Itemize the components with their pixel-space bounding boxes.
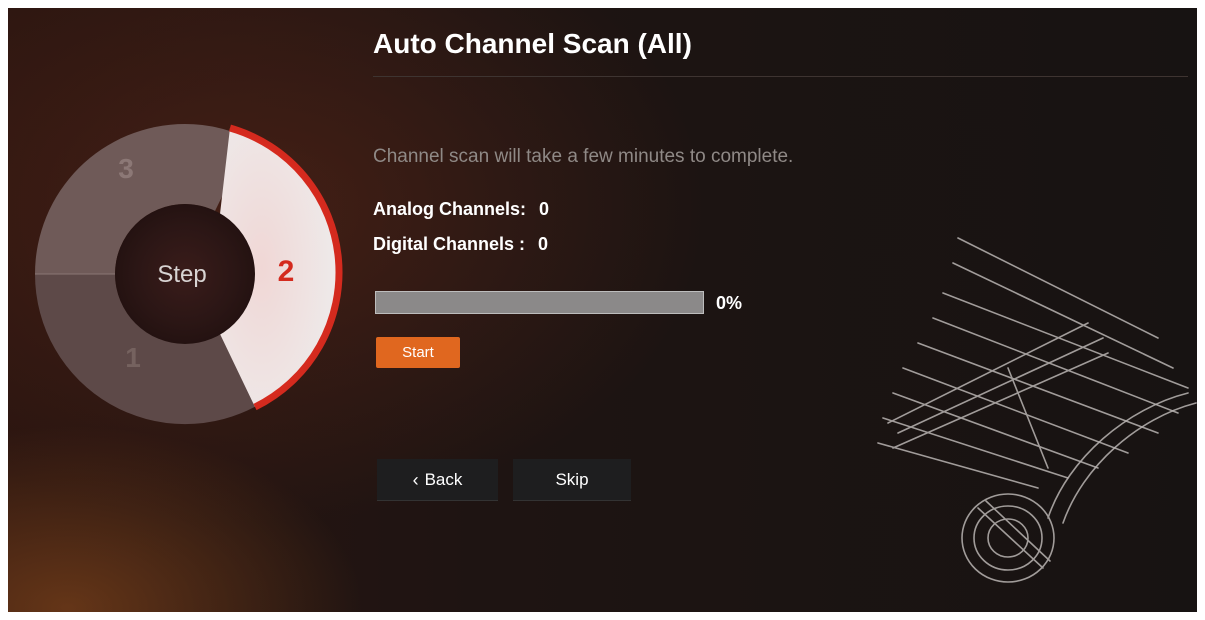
- digital-channels-label: Digital Channels :: [373, 234, 526, 254]
- analog-channels-label: Analog Channels:: [373, 199, 527, 219]
- step-center-label: Step: [157, 261, 206, 288]
- scan-progress-percent: 0%: [716, 293, 743, 313]
- step-wheel: Step 3 2 1: [25, 114, 345, 434]
- antenna-elements: [877, 237, 1189, 489]
- step-number-1: 1: [125, 342, 141, 373]
- scan-description: Channel scan will take a few minutes to …: [373, 146, 794, 167]
- analog-channels-row: Analog Channels: 0: [373, 199, 549, 220]
- back-button[interactable]: ‹ Back: [377, 459, 498, 500]
- digital-channels-value: 0: [538, 234, 549, 254]
- title-divider: [373, 76, 1188, 77]
- step-number-3: 3: [118, 153, 134, 184]
- scan-progress-bar: [375, 291, 704, 314]
- start-button[interactable]: Start: [376, 337, 460, 368]
- step-number-2: 2: [278, 255, 295, 288]
- analog-channels-value: 0: [539, 199, 550, 219]
- page-title: Auto Channel Scan (All): [373, 28, 692, 59]
- skip-button[interactable]: Skip: [513, 459, 631, 500]
- digital-channels-row: Digital Channels : 0: [373, 234, 548, 255]
- back-button-label: Back: [424, 469, 463, 489]
- chevron-left-icon: ‹: [412, 469, 419, 490]
- antenna-illustration: [858, 218, 1197, 608]
- antenna-cable: [961, 392, 1197, 583]
- channel-scan-screen: Step 3 2 1 Auto Channel Scan (All) Chann…: [8, 8, 1197, 612]
